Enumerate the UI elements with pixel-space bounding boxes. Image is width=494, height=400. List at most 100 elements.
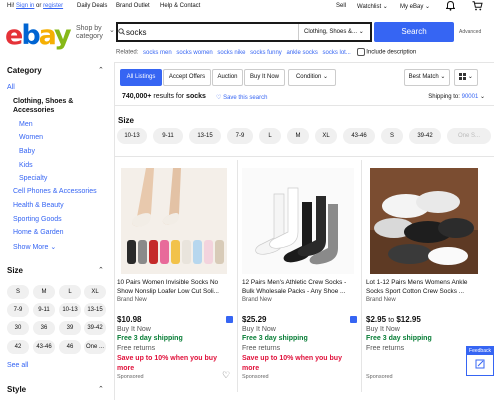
include-description-checkbox[interactable]	[356, 48, 365, 56]
sidebar-item-home-garden[interactable]: Home & Garden	[13, 229, 64, 236]
search-button[interactable]: Search	[374, 22, 454, 42]
sidebar-item-kids[interactable]: Kids	[19, 162, 33, 169]
listing-price: $25.29	[242, 315, 267, 324]
listing-condition: Brand New	[242, 297, 272, 303]
show-more-link[interactable]: Show More ⌄	[13, 243, 56, 251]
size-heading: Size	[7, 266, 24, 275]
related-link[interactable]: socks men	[143, 50, 172, 56]
size-chip[interactable]: 39-42	[409, 128, 441, 144]
feedback-button[interactable]: Feedback	[466, 346, 494, 376]
size-chip[interactable]: XL	[315, 128, 337, 144]
product-image[interactable]	[370, 168, 478, 274]
sidebar-item-health-beauty[interactable]: Health & Beauty	[13, 202, 64, 209]
listing-price: $10.98	[117, 315, 142, 324]
listing-card[interactable]: 10 Pairs Women Invisible Socks No Show N…	[115, 160, 239, 390]
sidebar-item-specialty[interactable]: Specialty	[19, 175, 47, 182]
size-pill[interactable]: One ...	[84, 340, 106, 354]
size-pill[interactable]: M	[33, 285, 55, 299]
listing-title[interactable]: 12 Pairs Men's Athletic Crew Socks - Bul…	[242, 278, 360, 296]
size-chip[interactable]: 43-46	[343, 128, 375, 144]
size-pill[interactable]: 13-15	[84, 303, 106, 317]
size-filter-heading: Size	[118, 116, 135, 125]
authenticity-badge-icon	[226, 316, 233, 323]
watchlist-menu[interactable]: Watchlist ⌄	[357, 3, 388, 10]
buy-it-now-label: Buy It Now	[366, 326, 400, 333]
size-pill[interactable]: 43-46	[33, 340, 55, 354]
size-chip[interactable]: 7-9	[227, 128, 253, 144]
size-chip[interactable]: 10-13	[117, 128, 147, 144]
size-chip[interactable]: One S...	[447, 128, 491, 144]
sign-in-link[interactable]: Sign in	[16, 3, 34, 9]
category-heading: Category	[7, 66, 42, 75]
sidebar-item-all[interactable]: All	[7, 84, 15, 91]
size-chip[interactable]: S	[381, 128, 403, 144]
bell-icon[interactable]	[445, 0, 456, 13]
category-select[interactable]: Clothing, Shoes &... ⌄	[298, 24, 370, 40]
tab-accept-offers[interactable]: Accept Offers	[163, 69, 211, 86]
tab-buy-it-now[interactable]: Buy It Now	[244, 69, 285, 86]
save-search-link[interactable]: ♡ Save this search	[216, 94, 267, 101]
size-pill[interactable]: 46	[59, 340, 81, 354]
sidebar-item-baby[interactable]: Baby	[19, 148, 35, 155]
savings-label: Save up to 10% when you buy more	[242, 355, 342, 372]
sidebar-item-cell-phones[interactable]: Cell Phones & Accessories	[13, 188, 97, 195]
sort-dropdown[interactable]: Best Match ⌄	[404, 69, 450, 86]
help-contact-link[interactable]: Help & Contact	[160, 3, 200, 9]
related-link[interactable]: socks nike	[217, 50, 245, 56]
listing-title[interactable]: Lot 1-12 Pairs Mens Womens Ankle Socks S…	[366, 278, 484, 296]
listing-title[interactable]: 10 Pairs Women Invisible Socks No Show N…	[117, 278, 235, 296]
size-chip[interactable]: M	[287, 128, 309, 144]
brand-outlet-link[interactable]: Brand Outlet	[116, 3, 150, 9]
sidebar-item-women[interactable]: Women	[19, 134, 43, 141]
size-pill[interactable]: 36	[33, 321, 55, 335]
divider	[115, 105, 494, 106]
size-pill[interactable]: L	[59, 285, 81, 299]
size-pill[interactable]: 39	[59, 321, 81, 335]
size-pill[interactable]: 9-11	[33, 303, 55, 317]
tab-auction[interactable]: Auction	[212, 69, 243, 86]
daily-deals-link[interactable]: Daily Deals	[77, 3, 107, 9]
chevron-down-icon: ⌄	[358, 29, 364, 35]
zip-link[interactable]: 90001	[462, 94, 479, 100]
sidebar-item-men[interactable]: Men	[19, 121, 33, 128]
size-pill[interactable]: 30	[7, 321, 29, 335]
related-link[interactable]: socks funny	[250, 50, 282, 56]
size-pill[interactable]: 42	[7, 340, 29, 354]
ebay-logo[interactable]: ebay	[5, 20, 72, 51]
product-image[interactable]	[121, 168, 227, 274]
related-link[interactable]: socks lot...	[323, 50, 351, 56]
my-ebay-menu[interactable]: My eBay ⌄	[400, 3, 430, 10]
related-searches: Related: socks men socks women socks nik…	[116, 48, 494, 56]
size-pill[interactable]: 10-13	[59, 303, 81, 317]
condition-dropdown[interactable]: Condition ⌄	[288, 69, 336, 86]
cart-icon[interactable]	[472, 1, 483, 13]
size-pill[interactable]: 39-42	[84, 321, 106, 335]
product-image[interactable]	[242, 168, 354, 274]
related-link[interactable]: ankle socks	[286, 50, 317, 56]
watch-heart-icon[interactable]: ♡	[222, 370, 230, 381]
see-all-sizes-link[interactable]: See all	[7, 362, 28, 369]
divider	[115, 156, 494, 157]
related-link[interactable]: socks women	[176, 50, 212, 56]
search-input[interactable]: socks	[126, 28, 146, 37]
sidebar-item-sporting-goods[interactable]: Sporting Goods	[13, 216, 62, 223]
size-chip[interactable]: 9-11	[153, 128, 183, 144]
shipping-label: Free 3 day shipping	[242, 335, 308, 342]
advanced-search-link[interactable]: Advanced	[459, 29, 481, 35]
size-chip[interactable]: L	[259, 128, 281, 144]
listing-condition: Brand New	[366, 297, 396, 303]
returns-label: Free returns	[366, 345, 405, 352]
listing-card[interactable]: 12 Pairs Men's Athletic Crew Socks - Bul…	[240, 160, 364, 390]
chevron-down-icon: ⌄	[109, 27, 115, 34]
size-pill[interactable]: XL	[84, 285, 106, 299]
size-pill[interactable]: S	[7, 285, 29, 299]
tab-all-listings[interactable]: All Listings	[120, 69, 162, 86]
shop-by-category-button[interactable]: Shop by category ⌄	[76, 25, 115, 41]
sell-link[interactable]: Sell	[336, 3, 346, 9]
sponsored-label: Sponsored	[242, 374, 269, 380]
size-chip[interactable]: 13-15	[189, 128, 221, 144]
register-link[interactable]: register	[43, 3, 63, 9]
authenticity-badge-icon	[350, 316, 357, 323]
size-pill[interactable]: 7-9	[7, 303, 29, 317]
view-toggle[interactable]: ⌄	[454, 69, 478, 86]
